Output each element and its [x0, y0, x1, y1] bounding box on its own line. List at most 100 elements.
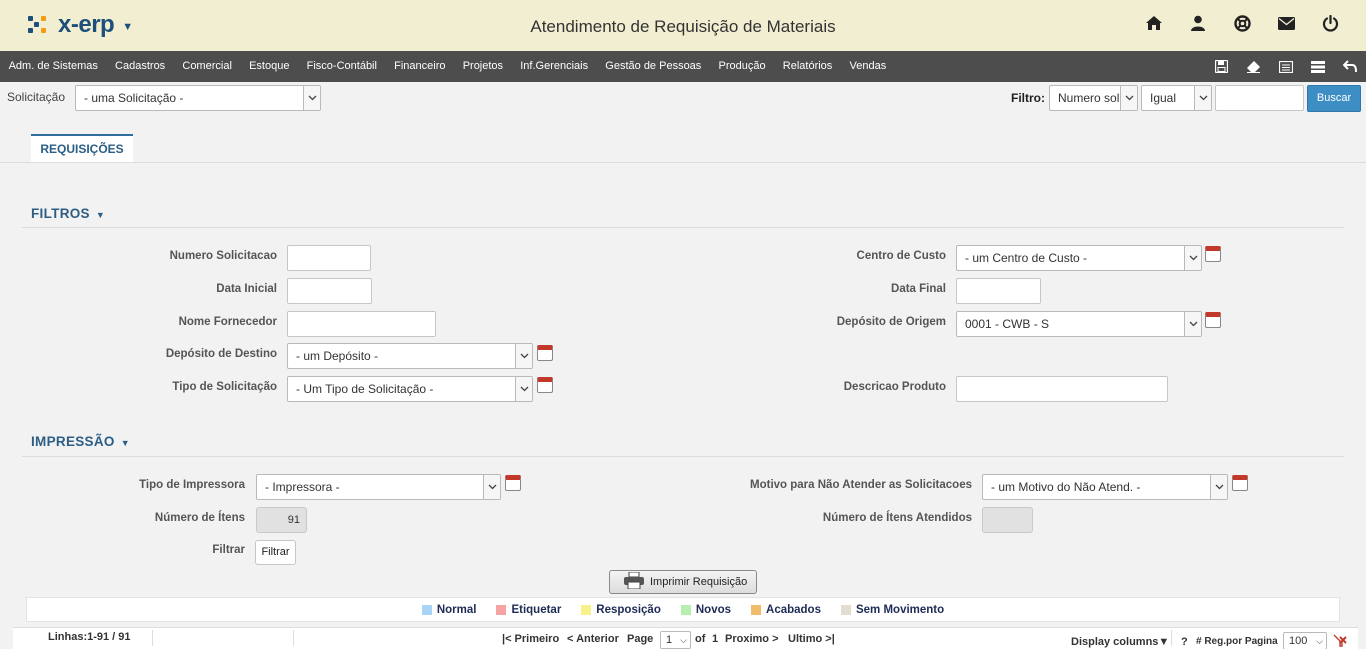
user-icon[interactable]: [1186, 11, 1210, 35]
menu-item-adm-sistemas[interactable]: Adm. de Sistemas: [0, 51, 106, 82]
imprimir-requisicao-button[interactable]: Imprimir Requisição: [609, 570, 757, 594]
descricao-produto-label: Descricao Produto: [843, 381, 946, 393]
filtro-operator-select[interactable]: Igual: [1141, 85, 1212, 111]
filtros-divider: [22, 227, 1344, 228]
clear-filter-icon[interactable]: [1333, 634, 1347, 649]
filtro-field-select[interactable]: Numero sol: [1049, 85, 1138, 111]
deposito-destino-select[interactable]: - um Depósito -: [287, 343, 533, 369]
menu-item-relatorios[interactable]: Relatórios: [774, 51, 841, 82]
solicitacao-select[interactable]: - uma Solicitação -: [75, 85, 321, 111]
legend-item-normal: Normal: [421, 604, 476, 616]
calendar-icon[interactable]: [537, 377, 553, 393]
tipo-solicitacao-select[interactable]: - Um Tipo de Solicitação -: [287, 376, 533, 402]
centro-custo-select[interactable]: - um Centro de Custo -: [956, 245, 1202, 271]
descricao-produto-input[interactable]: [956, 376, 1168, 402]
deposito-origem-value: 0001 - CWB - S: [965, 317, 1050, 331]
calendar-icon[interactable]: [505, 475, 521, 491]
legend-label: Novos: [695, 603, 732, 616]
menu-item-projetos[interactable]: Projetos: [454, 51, 512, 82]
caret-down-icon: ▼: [95, 210, 106, 220]
calendar-icon[interactable]: [1205, 312, 1221, 328]
deposito-destino-label: Depósito de Destino: [165, 348, 277, 360]
legend-item-sem-movimento: Sem Movimento: [840, 604, 944, 616]
filtro-field-value: Numero sol: [1058, 91, 1120, 105]
chevron-down-icon: [515, 377, 532, 401]
filtro-label: Filtro:: [1011, 91, 1045, 105]
tab-requisicoes[interactable]: REQUISIÇÕES: [31, 134, 133, 162]
menu-item-estoque[interactable]: Estoque: [240, 51, 298, 82]
legend-item-etiquetar: Etiquetar: [496, 604, 561, 616]
legend-swatch: [680, 604, 691, 615]
legend-swatch: [496, 604, 507, 615]
filtrar-button[interactable]: Filtrar: [255, 540, 296, 565]
filtro-value-input[interactable]: [1215, 85, 1304, 111]
total-pages: 1: [712, 633, 719, 645]
calendar-icon[interactable]: [537, 345, 553, 361]
data-final-label: Data Final: [891, 283, 946, 295]
menu-item-comercial[interactable]: Comercial: [174, 51, 241, 82]
home-icon[interactable]: [1142, 11, 1166, 35]
impressao-section-title[interactable]: IMPRESSÃO ▼: [31, 434, 130, 449]
menu-item-vendas[interactable]: Vendas: [841, 51, 895, 82]
help-button[interactable]: ?: [1181, 636, 1188, 648]
eraser-icon[interactable]: [1245, 58, 1262, 75]
back-icon[interactable]: [1341, 58, 1358, 75]
buscar-button[interactable]: Buscar: [1307, 85, 1361, 112]
legend-swatch: [840, 604, 851, 615]
centro-custo-label: Centro de Custo: [856, 250, 946, 262]
menu-item-inf-gerenciais[interactable]: Inf.Gerenciais: [512, 51, 597, 82]
centro-custo-value: - um Centro de Custo -: [965, 251, 1088, 265]
mail-icon[interactable]: [1274, 11, 1298, 35]
first-page-link[interactable]: |< Primeiro: [502, 633, 559, 645]
legend-item-novos: Novos: [680, 603, 732, 616]
motivo-value: - um Motivo do Não Atend. -: [991, 480, 1141, 494]
legend-label: Acabados: [766, 603, 821, 616]
chevron-down-icon: [1210, 475, 1227, 499]
deposito-origem-label: Depósito de Origem: [836, 316, 946, 328]
form-icon[interactable]: [1277, 58, 1294, 75]
lifebuoy-icon[interactable]: [1230, 11, 1254, 35]
calendar-icon[interactable]: [1205, 246, 1221, 262]
page-select[interactable]: 1 ⌵: [660, 631, 691, 649]
last-page-link[interactable]: Ultimo >|: [788, 633, 835, 645]
solicitacao-label: Solicitação: [7, 90, 66, 104]
numero-solicitacao-input[interactable]: [287, 245, 371, 271]
legend-item-acabados: Acabados: [751, 604, 821, 616]
data-inicial-label: Data Inicial: [216, 283, 277, 295]
impressao-divider: [22, 456, 1344, 457]
status-legend: Normal Etiquetar Resposição Novos Acabad…: [26, 597, 1340, 622]
filtros-section-title[interactable]: FILTROS ▼: [31, 206, 105, 221]
power-icon[interactable]: [1318, 11, 1342, 35]
calendar-icon[interactable]: [1232, 475, 1248, 491]
menu-item-financeiro[interactable]: Financeiro: [386, 51, 455, 82]
menu-item-producao[interactable]: Produção: [710, 51, 774, 82]
next-page-link[interactable]: Proximo >: [725, 633, 779, 645]
numero-itens-field: 91: [256, 507, 307, 533]
tipo-impressora-select[interactable]: - Impressora -: [256, 474, 501, 500]
printer-icon: [624, 571, 644, 592]
deposito-origem-select[interactable]: 0001 - CWB - S: [956, 311, 1202, 337]
menu-item-gestao-pessoas[interactable]: Gestão de Pessoas: [597, 51, 710, 82]
chevron-down-icon: [483, 475, 500, 499]
chevron-down-icon: [1184, 246, 1201, 270]
menu-item-fisco-contabil[interactable]: Fisco-Contábil: [298, 51, 386, 82]
page-select-value: 1: [666, 634, 673, 646]
menu-item-cadastros[interactable]: Cadastros: [106, 51, 173, 82]
data-final-input[interactable]: [956, 278, 1041, 304]
previous-page-link[interactable]: < Anterior: [567, 633, 619, 645]
numero-itens-atendidos-label: Número de Ítens Atendidos: [822, 512, 972, 524]
pagination-bar: Linhas:1-91 / 91 |< Primeiro < Anterior …: [13, 627, 1358, 649]
display-columns-button[interactable]: Display columns▼: [1071, 636, 1169, 648]
motivo-select[interactable]: - um Motivo do Não Atend. -: [982, 474, 1228, 500]
filtrar-label: Filtrar: [212, 544, 245, 556]
nome-fornecedor-input[interactable]: [287, 311, 436, 337]
legend-item-resposicao: Resposição: [581, 604, 661, 616]
impressao-title-text: IMPRESSÃO: [31, 434, 115, 449]
save-icon[interactable]: [1213, 58, 1230, 75]
chevron-down-icon: [515, 344, 532, 368]
data-inicial-input[interactable]: [287, 278, 372, 304]
reg-per-page-select[interactable]: 100 ⌵: [1283, 632, 1327, 649]
chevron-down-icon: ⌵: [680, 635, 687, 645]
filtro-operator-value: Igual: [1150, 91, 1177, 105]
list-icon[interactable]: [1309, 58, 1326, 75]
